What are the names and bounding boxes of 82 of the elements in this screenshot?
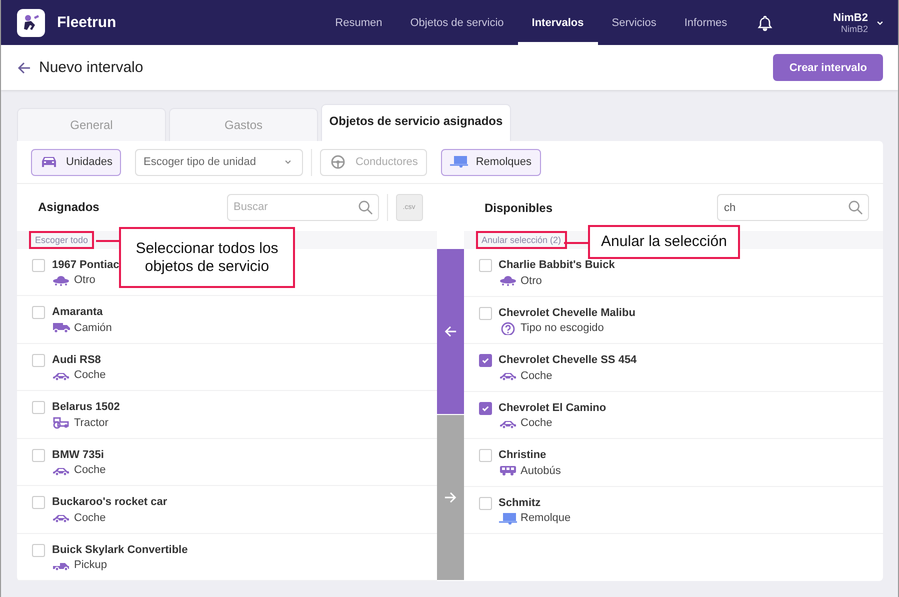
steering-wheel-icon	[329, 154, 348, 170]
checkbox[interactable]	[32, 258, 45, 272]
tractor-icon	[52, 416, 70, 430]
unit-name: Schmitz	[498, 496, 542, 508]
unit-type: Otro	[520, 274, 542, 286]
leader-line	[96, 240, 119, 242]
tab[interactable]: Objetos de servicio asignados	[321, 104, 511, 141]
units-filter-button[interactable]: Unidades	[31, 148, 122, 176]
question-icon	[498, 322, 516, 334]
bell-icon[interactable]	[757, 14, 774, 30]
unit-type: Otro	[74, 274, 96, 286]
search-icon	[358, 200, 372, 215]
nav-tab[interactable]: Servicios	[598, 0, 670, 45]
unit-type-dropdown[interactable]: Escoger tipo de unidad	[135, 148, 304, 176]
checkbox[interactable]	[478, 449, 492, 462]
leader-line	[564, 242, 588, 244]
unit-type: Camión	[74, 322, 112, 334]
arrow-right-icon	[444, 491, 456, 504]
user-name[interactable]: NimB2	[833, 12, 868, 24]
unit-type: Tractor	[74, 416, 108, 429]
account-name: NimB2	[840, 24, 868, 34]
unit-type: Coche	[520, 370, 552, 382]
unit-name: Amaranta	[52, 306, 104, 318]
checkbox[interactable]	[478, 402, 492, 414]
car-icon	[40, 154, 58, 170]
unit-type: Coche	[74, 512, 106, 524]
checkbox[interactable]	[32, 354, 45, 367]
checkbox[interactable]	[478, 306, 492, 320]
unit-type: Remolque	[520, 512, 571, 524]
checkbox[interactable]	[478, 354, 492, 367]
unit-name: Chevrolet Chevelle SS 454	[498, 354, 637, 366]
page-title: Nuevo intervalo	[39, 59, 144, 76]
nav-tab[interactable]: Informes	[670, 0, 742, 45]
unit-name: Belarus 1502	[52, 401, 120, 414]
trailer-icon	[498, 512, 516, 524]
move-left-button[interactable]	[436, 249, 464, 414]
trailers-filter-button[interactable]: Remolques	[440, 148, 540, 176]
unit-name: Chevrolet El Camino	[498, 402, 606, 414]
checkbox[interactable]	[478, 496, 492, 510]
checkbox[interactable]	[32, 306, 45, 320]
check-icon	[480, 356, 490, 365]
column-title: Disponibles	[484, 200, 553, 214]
unit-name: Chevrolet Chevelle Malibu	[498, 306, 636, 318]
nav-tab[interactable]: Resumen	[321, 0, 396, 45]
unit-type: Tipo no escogido	[520, 322, 604, 334]
logo-icon	[17, 8, 45, 36]
bus-icon	[498, 464, 516, 477]
unit-type: Coche	[74, 369, 106, 382]
checkbox[interactable]	[478, 259, 492, 272]
unit-type: Autobús	[520, 464, 561, 476]
search-field[interactable]: Buscar	[226, 194, 378, 221]
back-arrow-icon[interactable]	[17, 60, 31, 74]
chevron-down-icon	[284, 158, 292, 166]
unit-name: Buckaroo's rocket car	[52, 496, 168, 508]
unit-name: Audi RS8	[52, 354, 102, 366]
unit-type: Pickup	[74, 559, 108, 572]
unit-name: 1967 Pontiac	[52, 258, 120, 271]
ufo-icon	[52, 274, 70, 287]
unit-type: Coche	[520, 417, 552, 429]
checkbox[interactable]	[32, 448, 45, 462]
unit-name: Buick Skylark Convertible	[52, 544, 188, 556]
callout-box: Anular la selección	[588, 225, 740, 259]
checkbox[interactable]	[32, 401, 45, 414]
nav-tab[interactable]: Objetos de servicio	[396, 0, 518, 45]
checkbox[interactable]	[32, 496, 45, 510]
unit-name: Charlie Babbit's Buick	[498, 259, 615, 271]
checkbox[interactable]	[32, 544, 45, 557]
ufo-icon	[498, 274, 516, 287]
check-icon	[480, 404, 490, 412]
trailer-icon	[450, 154, 468, 170]
unit-name: Christine	[498, 449, 548, 461]
column-title: Asignados	[38, 200, 100, 214]
unit-type: Coche	[74, 464, 106, 476]
app-name: Fleetrun	[57, 14, 116, 31]
chevron-down-icon	[876, 18, 884, 26]
create-interval-button[interactable]: Crear intervalo	[773, 54, 883, 81]
search-field[interactable]: ch	[717, 194, 869, 221]
callout-box: Seleccionar todos los objetos de servicio	[119, 227, 295, 288]
arrow-left-icon	[444, 325, 456, 338]
unit-name: BMW 735i	[52, 448, 105, 461]
search-icon	[848, 200, 863, 215]
truck-icon	[52, 321, 70, 334]
